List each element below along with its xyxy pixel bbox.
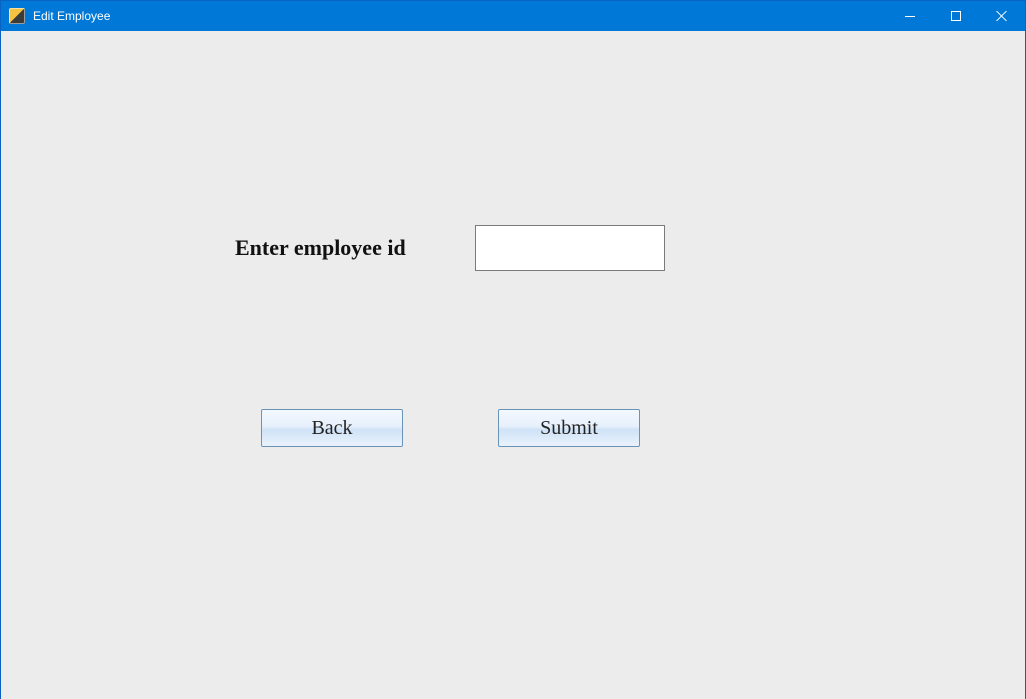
app-icon: [9, 8, 25, 24]
employee-id-row: Enter employee id: [235, 225, 665, 271]
back-button[interactable]: Back: [261, 409, 403, 447]
minimize-icon: [905, 16, 915, 17]
maximize-button[interactable]: [933, 1, 979, 31]
employee-id-input[interactable]: [475, 225, 665, 271]
button-row: Back Submit: [261, 409, 640, 447]
titlebar: Edit Employee: [1, 1, 1025, 31]
client-area: Enter employee id Back Submit: [1, 31, 1025, 699]
minimize-button[interactable]: [887, 1, 933, 31]
window-title: Edit Employee: [33, 1, 110, 31]
window-controls: [887, 1, 1025, 31]
submit-button[interactable]: Submit: [498, 409, 640, 447]
employee-id-label: Enter employee id: [235, 235, 475, 261]
maximize-icon: [951, 11, 961, 21]
close-button[interactable]: [979, 1, 1025, 31]
close-icon: [996, 10, 1008, 22]
